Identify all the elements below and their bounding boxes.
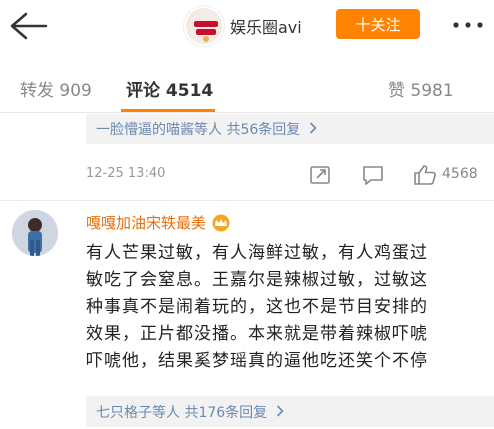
comment-text: 有人芒果过敏，有人海鲜过敏，有人鸡蛋过 敏吃了会窒息。王嘉尔是辣椒过敏，过敏这 … xyxy=(86,243,428,371)
follow-button[interactable]: 十关注 xyxy=(336,9,420,39)
crown-icon xyxy=(210,214,232,232)
account-header[interactable]: 娱乐圈avi xyxy=(184,6,302,46)
avatar[interactable] xyxy=(12,210,58,256)
replies-users: 七只格子等人 xyxy=(96,405,180,421)
top-bar: 娱乐圈avi 十关注 xyxy=(0,0,494,58)
tab-repost[interactable]: 转发 909 xyxy=(20,76,92,101)
replies-link[interactable]: 七只格子等人 共176条回复 xyxy=(96,402,284,422)
replies-count: 共56条回复 xyxy=(226,122,301,138)
replies-count: 共176条回复 xyxy=(184,405,268,421)
like-icon[interactable] xyxy=(412,163,438,187)
account-name[interactable]: 娱乐圈avi xyxy=(230,14,302,38)
comment-username[interactable]: 嘎嘎加油宋轶最美 xyxy=(86,212,206,233)
tab-likes[interactable]: 赞 5981 xyxy=(388,76,454,101)
account-avatar[interactable] xyxy=(184,6,224,46)
repost-icon[interactable] xyxy=(308,163,334,187)
tab-bar: 转发 909 评论 4514 赞 5981 xyxy=(0,62,494,112)
chevron-right-icon xyxy=(276,405,284,421)
replies-preview[interactable]: 七只格子等人 共176条回复 xyxy=(86,396,494,427)
back-arrow-icon[interactable] xyxy=(6,6,50,46)
replies-link[interactable]: 一脸懵逼的喵酱等人 共56条回复 xyxy=(96,119,317,139)
comment-user[interactable]: 嘎嘎加油宋轶最美 xyxy=(86,212,232,233)
more-options-icon[interactable] xyxy=(448,12,488,38)
tab-comments[interactable]: 评论 4514 xyxy=(126,76,213,101)
chevron-right-icon xyxy=(309,122,317,138)
divider xyxy=(0,112,494,113)
replies-preview[interactable]: 一脸懵逼的喵酱等人 共56条回复 xyxy=(86,114,494,144)
comment-timestamp: 12-25 13:40 xyxy=(86,166,166,181)
like-count: 4568 xyxy=(442,166,478,182)
divider xyxy=(0,200,494,201)
comment-icon[interactable] xyxy=(360,163,386,187)
replies-users: 一脸懵逼的喵酱等人 xyxy=(96,122,222,138)
